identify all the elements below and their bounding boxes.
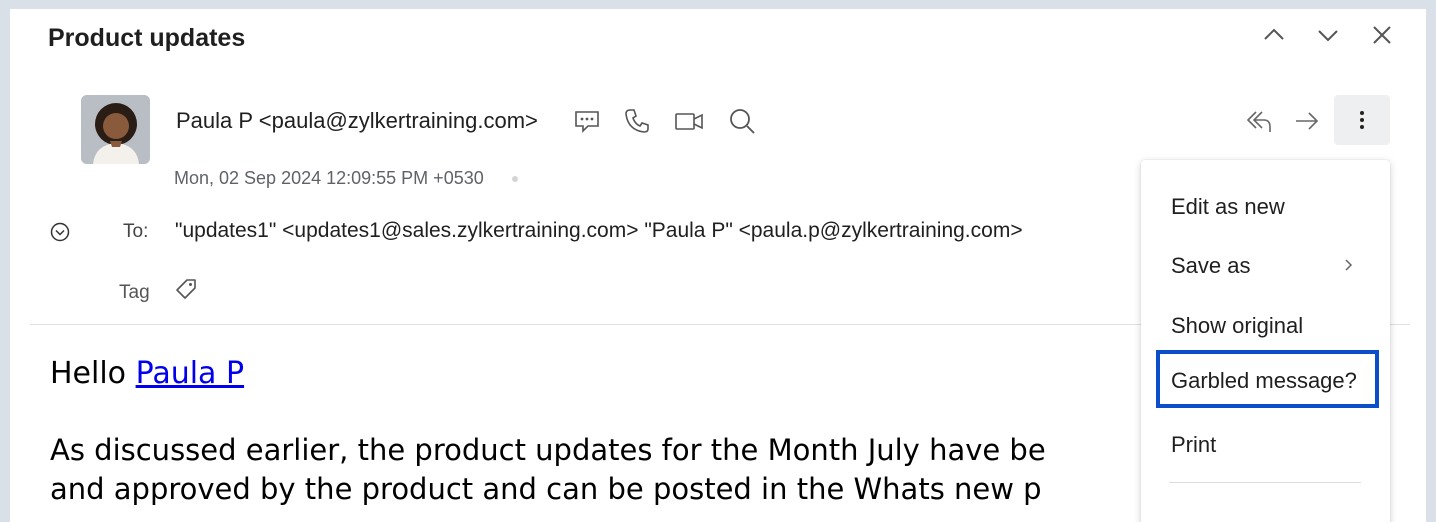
reply-all-icon bbox=[1246, 111, 1271, 132]
body-paragraph: As discussed earlier, the product update… bbox=[50, 431, 1150, 509]
search-icon bbox=[730, 109, 755, 134]
recipient-link[interactable]: Paula P bbox=[136, 356, 245, 391]
chat-icon bbox=[575, 111, 599, 133]
previous-email-button[interactable] bbox=[1260, 21, 1288, 49]
video-call-button[interactable] bbox=[674, 106, 704, 136]
forward-button[interactable] bbox=[1290, 104, 1324, 138]
email-panel: Product updates Paula P <paula@zylkertra… bbox=[10, 9, 1426, 522]
to-recipients[interactable]: "updates1" <updates1@sales.zylkertrainin… bbox=[175, 219, 1023, 243]
chevron-down-icon bbox=[1318, 30, 1338, 42]
chevron-right-icon bbox=[1345, 259, 1353, 271]
expand-recipients-icon[interactable] bbox=[48, 220, 72, 244]
email-body: Hello Paula P As discussed earlier, the … bbox=[50, 355, 1150, 509]
chevron-up-icon bbox=[1264, 28, 1284, 40]
forward-icon bbox=[1296, 112, 1319, 130]
call-button[interactable] bbox=[622, 106, 652, 136]
menu-item-print[interactable]: Print bbox=[1141, 420, 1390, 470]
more-vertical-icon bbox=[1360, 111, 1364, 129]
sender-avatar[interactable] bbox=[81, 95, 150, 164]
phone-icon bbox=[625, 109, 649, 133]
video-icon bbox=[675, 113, 703, 130]
greeting-line: Hello Paula P bbox=[50, 355, 1150, 393]
menu-item-label: Edit as new bbox=[1171, 194, 1285, 219]
body-line-2: and approved by the product and can be p… bbox=[50, 472, 1042, 506]
more-actions-menu: Edit as new Save as Show original Garble… bbox=[1141, 160, 1390, 522]
tag-icon[interactable] bbox=[173, 276, 199, 302]
email-subject: Product updates bbox=[48, 24, 246, 52]
close-button[interactable] bbox=[1368, 21, 1396, 49]
chat-button[interactable] bbox=[572, 106, 602, 136]
greeting-prefix: Hello bbox=[50, 356, 136, 391]
more-actions-button[interactable] bbox=[1334, 95, 1390, 145]
sender-name-email[interactable]: Paula P <paula@zylkertraining.com> bbox=[176, 108, 538, 134]
to-label: To: bbox=[123, 221, 149, 242]
next-email-button[interactable] bbox=[1314, 21, 1342, 49]
email-date: Mon, 02 Sep 2024 12:09:55 PM +0530 bbox=[174, 168, 484, 188]
search-button[interactable] bbox=[727, 106, 757, 136]
body-line-1: As discussed earlier, the product update… bbox=[50, 433, 1046, 467]
menu-item-show-original[interactable]: Show original bbox=[1141, 301, 1390, 351]
menu-item-garbled-message[interactable]: Garbled message? bbox=[1156, 350, 1379, 408]
menu-item-edit-as-new[interactable]: Edit as new bbox=[1141, 182, 1390, 232]
status-dot bbox=[512, 176, 518, 182]
menu-divider bbox=[1169, 482, 1361, 483]
menu-item-label: Print bbox=[1171, 432, 1217, 457]
reply-all-button[interactable] bbox=[1242, 104, 1276, 138]
tag-label: Tag bbox=[119, 282, 150, 303]
close-icon bbox=[1373, 26, 1391, 44]
menu-item-label: Garbled message? bbox=[1171, 368, 1357, 393]
menu-item-save-as[interactable]: Save as bbox=[1141, 241, 1390, 291]
menu-item-label: Show original bbox=[1171, 313, 1304, 338]
menu-item-label: Save as bbox=[1171, 253, 1251, 278]
avatar-image bbox=[81, 95, 150, 164]
